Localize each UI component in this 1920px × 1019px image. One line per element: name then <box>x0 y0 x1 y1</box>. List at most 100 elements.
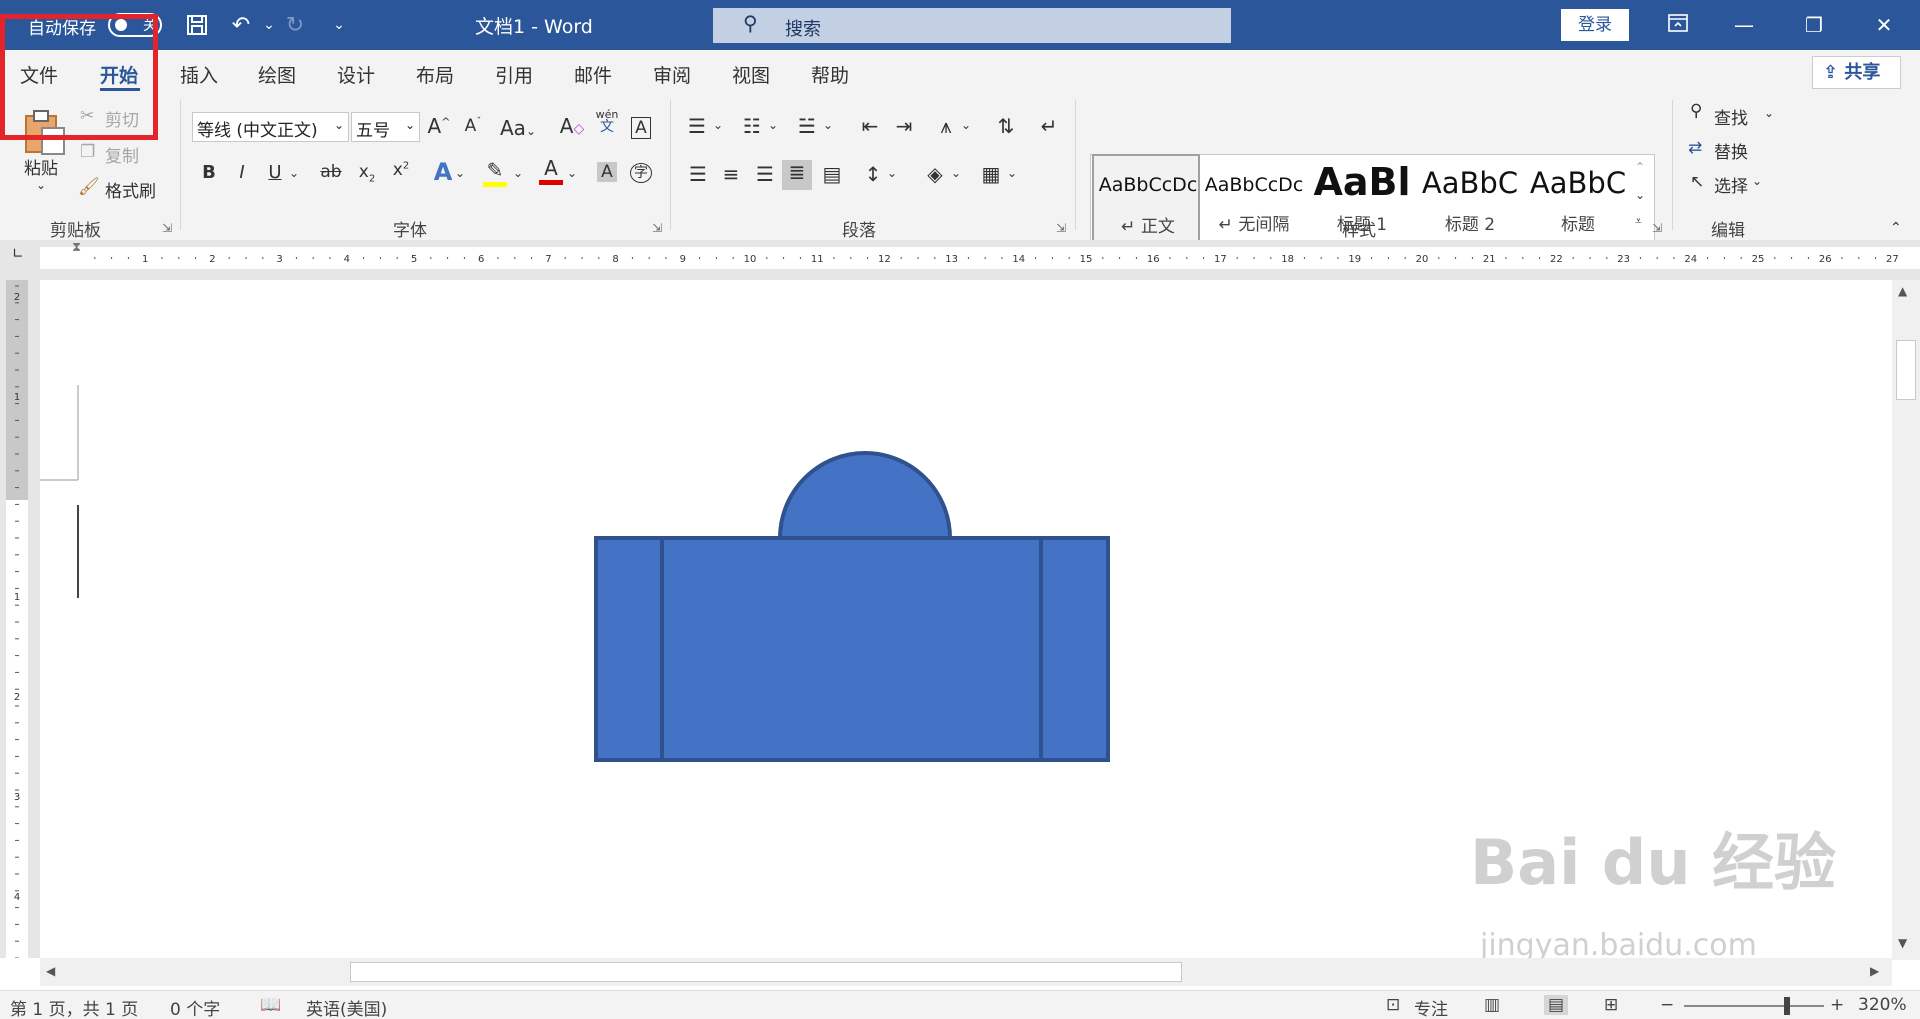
paste-dropdown-icon[interactable]: ⌄ <box>36 178 46 192</box>
character-border-icon[interactable]: A <box>626 114 656 139</box>
italic-icon[interactable]: I <box>227 162 257 183</box>
vertical-scroll-thumb[interactable] <box>1896 340 1916 400</box>
ribbon-display-options-icon[interactable] <box>1658 10 1698 40</box>
copy-button[interactable]: 复制 <box>105 142 139 167</box>
drawn-shape[interactable] <box>594 451 1110 762</box>
font-color-icon[interactable]: A <box>536 156 566 185</box>
zoom-slider[interactable] <box>1684 997 1824 1015</box>
document-page[interactable]: Bai du 经验 jingyan.baidu.com <box>40 280 1892 963</box>
styles-more-icon[interactable]: ⩡ <box>1635 214 1642 229</box>
font-name-select[interactable]: 等线 (中文正文) ⌄ <box>192 112 349 142</box>
indent-marker-icon[interactable]: ⧗ <box>72 240 81 255</box>
superscript-icon[interactable]: x2 <box>386 160 416 180</box>
shape-dome[interactable] <box>777 451 953 540</box>
print-layout-icon[interactable]: ▤ <box>1544 995 1569 1015</box>
highlight-icon[interactable]: ✎ <box>480 158 510 187</box>
phonetic-guide-icon[interactable]: wén 文 <box>592 108 622 134</box>
align-center-icon[interactable]: ≡ <box>716 162 746 186</box>
chevron-down-icon[interactable]: ⌄ <box>286 166 302 180</box>
justify-icon[interactable]: ≣ <box>782 160 812 190</box>
shape-body[interactable] <box>594 536 1110 762</box>
scroll-left-icon[interactable]: ◀ <box>46 964 55 978</box>
zoom-level[interactable]: 320% <box>1858 995 1907 1015</box>
horizontal-scrollbar[interactable]: ◀ ▶ <box>40 958 1892 986</box>
tab-mailings[interactable]: 邮件 <box>574 61 612 88</box>
customize-toolbar-icon[interactable]: ⌄ <box>322 8 356 42</box>
chevron-down-icon[interactable]: ⌄ <box>710 118 726 132</box>
tab-review[interactable]: 审阅 <box>653 61 691 88</box>
clear-formatting-icon[interactable]: A◇ <box>557 114 587 138</box>
word-count[interactable]: 0 个字 <box>170 995 220 1019</box>
find-button[interactable]: 查找 <box>1714 104 1748 129</box>
increase-indent-icon[interactable]: ⇥ <box>889 114 919 138</box>
chevron-down-icon[interactable]: ⌄ <box>958 118 974 132</box>
chevron-down-icon[interactable]: ⌄ <box>564 166 580 180</box>
chevron-down-icon[interactable]: ⌄ <box>1752 174 1762 188</box>
tab-help[interactable]: 帮助 <box>811 61 849 88</box>
tab-insert[interactable]: 插入 <box>180 61 218 88</box>
horizontal-scroll-thumb[interactable] <box>350 962 1182 982</box>
proofing-icon[interactable]: 📖 <box>260 995 281 1015</box>
clipboard-launcher-icon[interactable]: ⇲ <box>162 221 172 235</box>
vertical-scrollbar[interactable]: ▲ ▼ <box>1892 280 1920 960</box>
vertical-ruler[interactable]: 2 1 1 2 3 4 <box>0 280 40 958</box>
chevron-down-icon[interactable]: ⌄ <box>820 118 836 132</box>
chevron-down-icon[interactable]: ⌄ <box>1004 166 1020 180</box>
zoom-slider-thumb[interactable] <box>1784 997 1790 1015</box>
multilevel-list-icon[interactable]: ☱ <box>792 114 822 138</box>
select-button[interactable]: 选择 <box>1714 172 1748 197</box>
chevron-down-icon[interactable]: ⌄ <box>1764 106 1774 120</box>
page-info[interactable]: 第 1 页，共 1 页 <box>10 995 138 1019</box>
styles-scroll-down-icon[interactable]: ⌄ <box>1635 188 1645 202</box>
styles-launcher-icon[interactable]: ⇲ <box>1652 221 1662 235</box>
scroll-up-icon[interactable]: ▲ <box>1898 284 1907 298</box>
share-button[interactable]: ⇪ 共享 <box>1812 56 1901 89</box>
scroll-right-icon[interactable]: ▶ <box>1870 964 1879 978</box>
bold-icon[interactable]: B <box>194 162 224 183</box>
shading-icon[interactable]: ◈ <box>920 162 950 186</box>
align-left-icon[interactable]: ☰ <box>683 162 713 186</box>
zoom-out-icon[interactable]: − <box>1660 995 1674 1015</box>
tab-selector-icon[interactable]: ∟ <box>12 246 24 262</box>
align-right-icon[interactable]: ☰ <box>750 162 780 186</box>
styles-scroll-up-icon[interactable]: ⌃ <box>1635 160 1645 174</box>
numbering-icon[interactable]: ☷ <box>737 114 767 138</box>
grow-font-icon[interactable]: A^ <box>424 114 454 138</box>
paragraph-launcher-icon[interactable]: ⇲ <box>1056 221 1066 235</box>
focus-icon[interactable]: ⊡ <box>1386 995 1400 1015</box>
tab-view[interactable]: 视图 <box>732 61 770 88</box>
font-size-select[interactable]: 五号 ⌄ <box>351 112 420 142</box>
bullets-icon[interactable]: ☰ <box>682 114 712 138</box>
paste-button[interactable]: 粘贴 <box>24 154 58 179</box>
save-icon[interactable] <box>180 8 214 42</box>
borders-icon[interactable]: ▦ <box>976 162 1006 186</box>
close-icon[interactable]: ✕ <box>1864 10 1904 40</box>
format-painter-button[interactable]: 格式刷 <box>105 177 156 202</box>
style-title[interactable]: AaBbC 标题 <box>1524 154 1632 242</box>
enclose-characters-icon[interactable]: 字 <box>626 162 656 183</box>
minimize-icon[interactable]: — <box>1724 10 1764 40</box>
tab-references[interactable]: 引用 <box>495 61 533 88</box>
focus-mode-button[interactable]: 专注 <box>1414 995 1448 1019</box>
chevron-down-icon[interactable]: ⌄ <box>765 118 781 132</box>
chevron-down-icon[interactable]: ⌄ <box>510 166 526 180</box>
style-normal[interactable]: AaBbCcDc ↵ 正文 <box>1092 154 1200 242</box>
subscript-icon[interactable]: x2 <box>352 162 382 184</box>
chevron-down-icon[interactable]: ⌄ <box>948 166 964 180</box>
chinese-layout-icon[interactable]: ⩚ <box>931 114 961 138</box>
strikethrough-icon[interactable]: ab <box>316 162 346 182</box>
scroll-down-icon[interactable]: ▼ <box>1898 936 1907 950</box>
login-button[interactable]: 登录 <box>1561 9 1629 41</box>
replace-button[interactable]: 替换 <box>1714 138 1748 163</box>
distributed-icon[interactable]: ▤ <box>817 162 847 186</box>
redo-icon[interactable]: ↻ <box>278 8 312 42</box>
search-input[interactable]: ⚲ 搜索 <box>713 8 1231 43</box>
shrink-font-icon[interactable]: Aˇ <box>458 116 488 136</box>
tab-layout[interactable]: 布局 <box>416 61 454 88</box>
language-indicator[interactable]: 英语(美国) <box>306 995 387 1019</box>
chevron-down-icon[interactable]: ⌄ <box>884 166 900 180</box>
restore-icon[interactable]: ❐ <box>1794 10 1834 40</box>
tab-draw[interactable]: 绘图 <box>258 61 296 88</box>
zoom-in-icon[interactable]: + <box>1830 995 1844 1015</box>
collapse-ribbon-icon[interactable]: ⌃ <box>1890 220 1902 236</box>
